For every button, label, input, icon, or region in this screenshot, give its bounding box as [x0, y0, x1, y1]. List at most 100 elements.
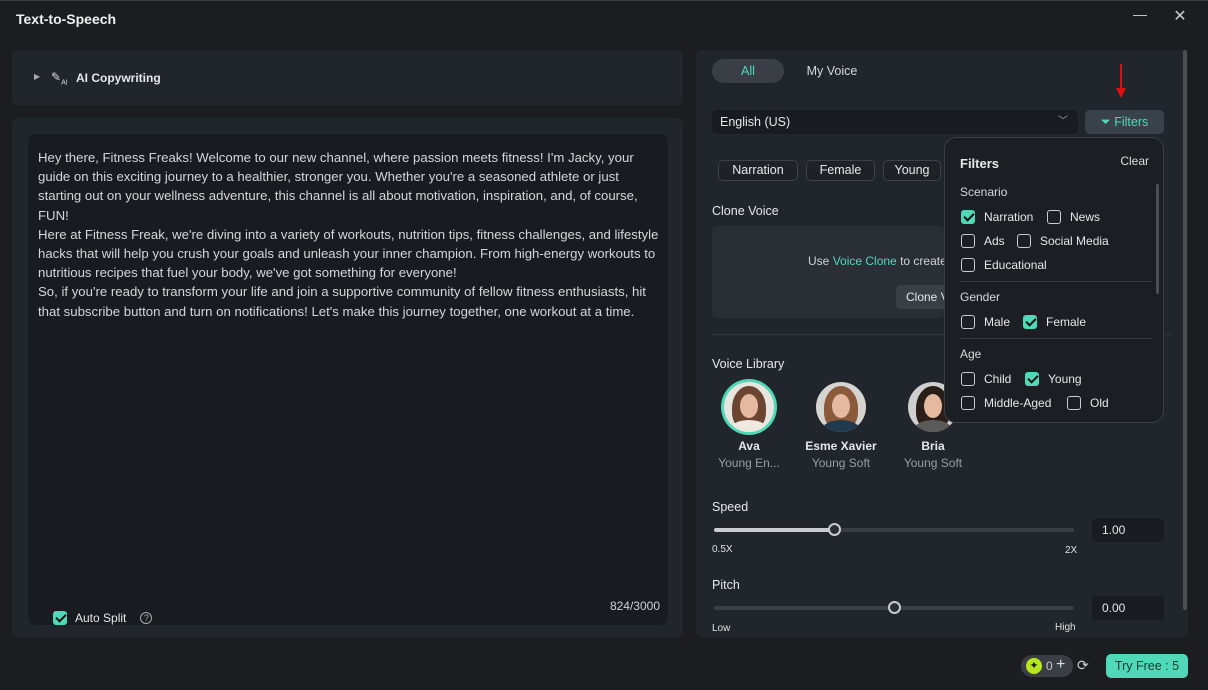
pitch-max-label: High [1055, 622, 1076, 633]
add-credits-icon[interactable]: + [1056, 656, 1065, 674]
pitch-input[interactable]: 0.00 [1092, 596, 1164, 620]
filter-icon: ⏷ [1100, 115, 1115, 129]
credit-coin-icon: ✦ [1026, 658, 1042, 674]
divider [960, 338, 1152, 339]
help-icon[interactable]: ? [140, 612, 153, 624]
voice-name: Bria [921, 439, 945, 453]
age-label: Age [960, 347, 982, 361]
expand-triangle-icon[interactable]: ▶ [34, 72, 40, 81]
speed-input[interactable]: 1.00 [1092, 518, 1164, 542]
speed-slider[interactable] [714, 523, 1074, 536]
title-bar: Text-to-Speech [0, 0, 1208, 36]
ai-copywriting-label: AI Copywriting [76, 71, 161, 85]
option-middle-aged[interactable]: Middle-Aged [961, 396, 1051, 410]
script-text[interactable]: Hey there, Fitness Freaks! Welcome to ou… [38, 148, 662, 321]
tab-my-voice[interactable]: My Voice [792, 59, 872, 83]
voice-desc: Young Soft [811, 456, 871, 470]
filters-title: Filters [960, 156, 1000, 171]
script-paragraph: Hey there, Fitness Freaks! Welcome to ou… [38, 150, 638, 223]
filter-chip[interactable]: Young [883, 160, 941, 181]
window-title: Text-to-Speech [16, 11, 117, 27]
language-value: English (US) [720, 115, 791, 129]
voice-clone-link[interactable]: Voice Clone [833, 254, 897, 268]
refresh-icon[interactable]: ⟳ [1077, 657, 1089, 674]
option-child[interactable]: Child [961, 372, 1011, 386]
voice-card-esme[interactable]: Esme Xavier Young Soft [796, 382, 886, 470]
pitch-slider[interactable] [714, 601, 1074, 614]
auto-split-toggle[interactable]: Auto Split ? [53, 611, 153, 625]
option-label: Old [1090, 396, 1109, 410]
pitch-min-label: Low [712, 623, 731, 634]
option-ads[interactable]: Ads [961, 234, 1005, 248]
script-textarea[interactable]: Hey there, Fitness Freaks! Welcome to ou… [28, 134, 668, 625]
voice-card-ava[interactable]: Ava Young En... [704, 382, 794, 470]
option-label: Educational [984, 258, 1047, 272]
checkbox[interactable] [1023, 315, 1037, 329]
option-label: Narration [984, 210, 1034, 224]
option-label: Male [984, 315, 1011, 329]
clone-voice-heading: Clone Voice [712, 204, 779, 218]
option-label: Child [984, 372, 1012, 386]
option-female[interactable]: Female [1023, 315, 1086, 329]
chevron-down-icon: ﹀ [1058, 116, 1068, 127]
checkbox[interactable] [961, 396, 975, 410]
divider [960, 281, 1152, 282]
checkbox[interactable] [1067, 396, 1081, 410]
auto-split-label: Auto Split [75, 611, 127, 625]
option-old[interactable]: Old [1067, 396, 1109, 410]
voice-desc: Young En... [718, 456, 780, 470]
voice-name: Esme Xavier [805, 439, 877, 453]
try-free-button[interactable]: Try Free : 5 [1106, 654, 1188, 678]
speed-fill [714, 528, 834, 532]
voice-desc: Young Soft [903, 456, 963, 470]
option-label: Social Media [1040, 234, 1109, 248]
filter-chip[interactable]: Narration [718, 160, 798, 181]
popup-scrollbar[interactable] [1156, 184, 1159, 294]
speed-thumb[interactable] [828, 523, 841, 536]
tab-all[interactable]: All [712, 59, 784, 83]
credits-pill[interactable]: ✦ 0 + [1021, 655, 1073, 677]
option-educational[interactable]: Educational [961, 258, 1047, 272]
filters-label: Filters [1114, 115, 1149, 129]
option-news[interactable]: News [1047, 210, 1100, 224]
checkbox[interactable] [1017, 234, 1031, 248]
clone-text-post: to create [896, 254, 947, 268]
clone-text-pre: Use [808, 254, 833, 268]
annotation-arrowhead [1116, 88, 1126, 98]
voice-library-heading: Voice Library [712, 357, 785, 371]
language-select[interactable]: English (US) ﹀ [712, 110, 1078, 134]
voice-name: Ava [738, 439, 760, 453]
auto-split-checkbox[interactable] [53, 611, 67, 625]
character-count: 824/3000 [609, 599, 660, 613]
checkbox[interactable] [1025, 372, 1039, 386]
filter-chip[interactable]: Female [806, 160, 875, 181]
option-male[interactable]: Male [961, 315, 1010, 329]
ai-copywriting-section[interactable]: ▶ ✎AI AI Copywriting [12, 50, 683, 105]
close-button[interactable]: ✕ [1170, 6, 1190, 28]
checkbox[interactable] [1047, 210, 1061, 224]
checkbox[interactable] [961, 234, 975, 248]
clone-voice-text: Use Voice Clone to create [808, 254, 947, 268]
scenario-label: Scenario [960, 185, 1008, 199]
avatar [816, 382, 866, 432]
option-social-media[interactable]: Social Media [1017, 234, 1109, 248]
script-panel: Hey there, Fitness Freaks! Welcome to ou… [12, 118, 683, 637]
clone-voice-box: Use Voice Clone to create Clone Voice [712, 226, 956, 318]
minimize-button[interactable]: — [1132, 6, 1148, 28]
script-paragraph: Here at Fitness Freak, we're diving into… [38, 226, 659, 281]
scrollbar[interactable] [1183, 50, 1187, 610]
filters-button[interactable]: ⏷ Filters [1085, 110, 1164, 134]
credit-count: 0 [1046, 659, 1053, 673]
option-narration[interactable]: Narration [961, 210, 1033, 224]
checkbox[interactable] [961, 258, 975, 272]
pitch-thumb[interactable] [888, 601, 901, 614]
speed-label: Speed [712, 500, 749, 514]
option-young[interactable]: Young [1025, 372, 1082, 386]
pitch-label: Pitch [712, 578, 740, 592]
option-label: Female [1046, 315, 1087, 329]
checkbox[interactable] [961, 210, 975, 224]
checkbox[interactable] [961, 315, 975, 329]
checkbox[interactable] [961, 372, 975, 386]
speed-min-label: 0.5X [712, 544, 733, 555]
clear-button[interactable]: Clear [1120, 154, 1149, 168]
